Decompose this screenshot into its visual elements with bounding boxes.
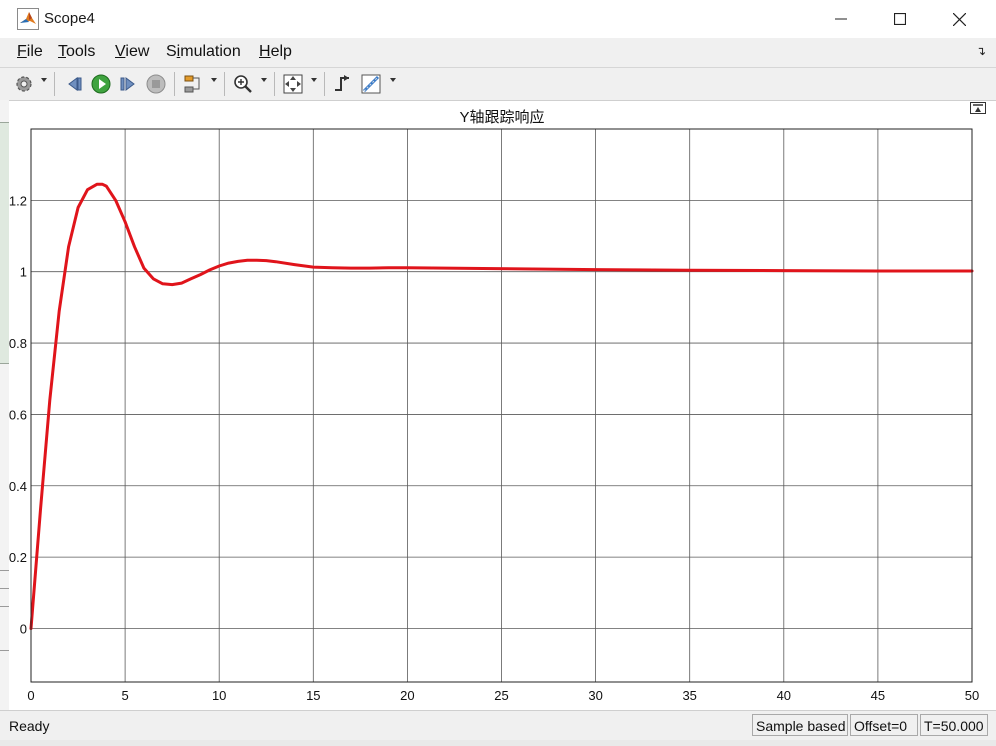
x-tick-label: 0 xyxy=(27,688,34,703)
x-tick-label: 25 xyxy=(494,688,508,703)
x-tick-label: 45 xyxy=(871,688,885,703)
step-back-icon[interactable] xyxy=(62,72,86,96)
x-tick-label: 20 xyxy=(400,688,414,703)
status-sample-mode: Sample based xyxy=(752,714,848,736)
undock-button[interactable] xyxy=(970,102,986,114)
background-divider xyxy=(0,606,9,607)
menu-view-mnemonic: V xyxy=(115,43,126,60)
menu-simulation[interactable]: Simulation xyxy=(166,43,241,61)
chart-title: Y轴跟踪响应 xyxy=(459,108,544,126)
menu-tools[interactable]: Tools xyxy=(58,43,95,61)
background-divider xyxy=(0,588,9,589)
y-tick-label: 1 xyxy=(20,265,27,280)
x-tick-label: 35 xyxy=(682,688,696,703)
menu-help-label: elp xyxy=(270,43,292,60)
settings-dropdown-icon[interactable] xyxy=(41,78,47,82)
menu-view-label: iew xyxy=(125,43,150,60)
x-tick-label: 10 xyxy=(212,688,226,703)
zoom-dropdown-icon[interactable] xyxy=(261,78,267,82)
window-title: Scope4 xyxy=(44,10,95,27)
menu-view[interactable]: View xyxy=(115,43,149,61)
toolbar xyxy=(0,68,996,101)
menu-tools-label: ools xyxy=(66,43,96,60)
status-time: T=50.000 xyxy=(920,714,988,736)
minimize-icon xyxy=(835,18,847,20)
undock-icon xyxy=(973,104,983,112)
signal-dropdown-icon[interactable] xyxy=(211,78,217,82)
triggers-icon[interactable] xyxy=(331,72,355,96)
y-tick-label: 0.6 xyxy=(9,407,27,422)
zoom-icon[interactable] xyxy=(231,72,255,96)
background-divider xyxy=(0,650,9,651)
measurements-dropdown-icon[interactable] xyxy=(390,78,396,82)
settings-icon[interactable] xyxy=(12,72,36,96)
matlab-logo-icon xyxy=(17,8,39,30)
toolbar-separator xyxy=(54,72,55,96)
scope-display[interactable]: Y轴跟踪响应 0 5 10 15 20 25 30 35 40 45 50 0 0.2 0.4 0.6 0.8… xyxy=(9,101,996,709)
menu-simulation-label: mulation xyxy=(180,43,241,60)
run-icon[interactable] xyxy=(89,72,113,96)
menu-help-mnemonic: H xyxy=(259,43,271,60)
menu-file-mnemonic: F xyxy=(17,43,27,60)
status-bar: Ready Sample based Offset=0 T=50.000 xyxy=(0,710,996,741)
signal-highlight-icon[interactable] xyxy=(181,72,205,96)
collapse-menu-icon[interactable]: ↴ xyxy=(976,44,986,58)
menu-bar: File Tools View Simulation Help ↴ xyxy=(0,38,996,68)
fit-dropdown-icon[interactable] xyxy=(311,78,317,82)
x-tick-label: 5 xyxy=(121,688,128,703)
status-ready: Ready xyxy=(9,718,50,734)
background-window-panel xyxy=(0,122,9,364)
step-forward-icon[interactable] xyxy=(116,72,140,96)
title-bar: Scope4 xyxy=(0,0,996,39)
status-offset: Offset=0 xyxy=(850,714,918,736)
toolbar-separator xyxy=(324,72,325,96)
close-button[interactable] xyxy=(930,0,988,38)
y-tick-label: 0.4 xyxy=(9,479,27,494)
x-tick-label: 30 xyxy=(588,688,602,703)
menu-tools-mnemonic: T xyxy=(58,43,66,60)
fit-to-view-icon[interactable] xyxy=(281,72,305,96)
background-divider xyxy=(0,570,9,571)
chart[interactable]: Y轴跟踪响应 0 5 10 15 20 25 30 35 40 45 50 0 0.2 0.4 0.6 0.8… xyxy=(9,101,996,709)
grid-lines xyxy=(30,129,973,682)
stop-icon[interactable] xyxy=(144,72,168,96)
toolbar-separator xyxy=(224,72,225,96)
y-tick-label: 0 xyxy=(20,621,27,636)
x-tick-label: 15 xyxy=(306,688,320,703)
maximize-button[interactable] xyxy=(871,0,929,38)
cursor-measurements-icon[interactable] xyxy=(359,72,383,96)
menu-file-label: ile xyxy=(26,43,43,60)
menu-help[interactable]: Help xyxy=(259,43,292,61)
y-tick-label: 0.8 xyxy=(9,336,27,351)
menu-file[interactable]: File xyxy=(17,43,43,61)
toolbar-separator xyxy=(174,72,175,96)
x-tick-label: 50 xyxy=(965,688,979,703)
maximize-icon xyxy=(894,13,906,25)
window-bottom-border xyxy=(0,740,996,746)
minimize-button[interactable] xyxy=(812,0,870,38)
toolbar-separator xyxy=(274,72,275,96)
x-tick-label: 40 xyxy=(777,688,791,703)
y-tick-label: 0.2 xyxy=(9,550,27,565)
menu-simulation-prefix: S xyxy=(166,43,177,60)
close-icon xyxy=(952,12,966,26)
y-tick-label: 1.2 xyxy=(9,193,27,208)
